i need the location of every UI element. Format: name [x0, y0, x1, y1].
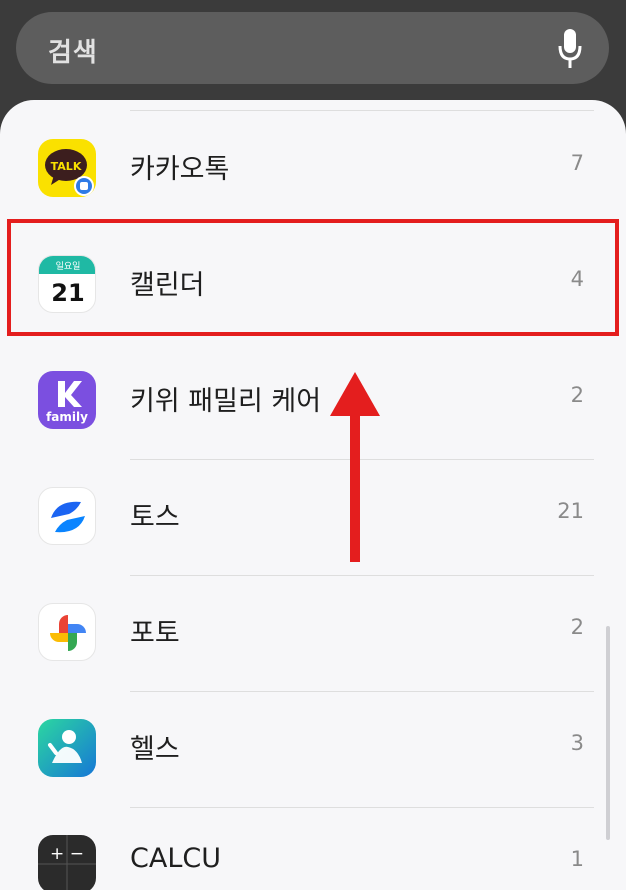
kakaotalk-icon: TALK	[38, 139, 96, 197]
up-arrow-icon	[330, 372, 380, 562]
list-item-photos[interactable]: 포토 2	[0, 575, 626, 691]
app-name: 키위 패밀리 케어	[130, 386, 322, 417]
scrollbar[interactable]	[606, 626, 610, 840]
notification-count: 2	[570, 383, 584, 407]
kiwi-family-icon: family	[38, 371, 96, 429]
photos-icon	[38, 603, 96, 661]
notification-count: 3	[570, 731, 584, 755]
toss-icon	[38, 487, 96, 545]
notification-count: 1	[570, 847, 584, 871]
notification-count: 2	[570, 615, 584, 639]
notification-count: 21	[557, 499, 584, 523]
app-name: 헬스	[130, 734, 180, 765]
list-item-health[interactable]: 헬스 3	[0, 691, 626, 807]
search-placeholder: 검색	[48, 38, 98, 68]
list-item-toss[interactable]: 토스 21	[0, 459, 626, 575]
highlight-box	[7, 219, 619, 336]
app-name: 포토	[130, 618, 180, 649]
app-name: 카카오톡	[130, 154, 230, 185]
search-bar[interactable]: 검색	[16, 12, 609, 84]
health-icon	[38, 719, 96, 777]
kiwi-icon-text: family	[46, 410, 88, 424]
microphone-icon[interactable]	[557, 28, 583, 70]
app-name: CALCU	[130, 843, 221, 874]
notification-count: 7	[570, 151, 584, 175]
app-name: 토스	[130, 502, 180, 533]
list-item-kakaotalk[interactable]: TALK 카카오톡 7	[0, 111, 626, 227]
list-item-calculator[interactable]: + − CALCU 1	[0, 807, 626, 890]
calculator-icon: + −	[38, 835, 96, 890]
list-item-kiwi-family-care[interactable]: family 키위 패밀리 케어 2	[0, 343, 626, 459]
kakao-icon-text: TALK	[51, 160, 82, 173]
top-bar: 검색	[0, 0, 626, 110]
